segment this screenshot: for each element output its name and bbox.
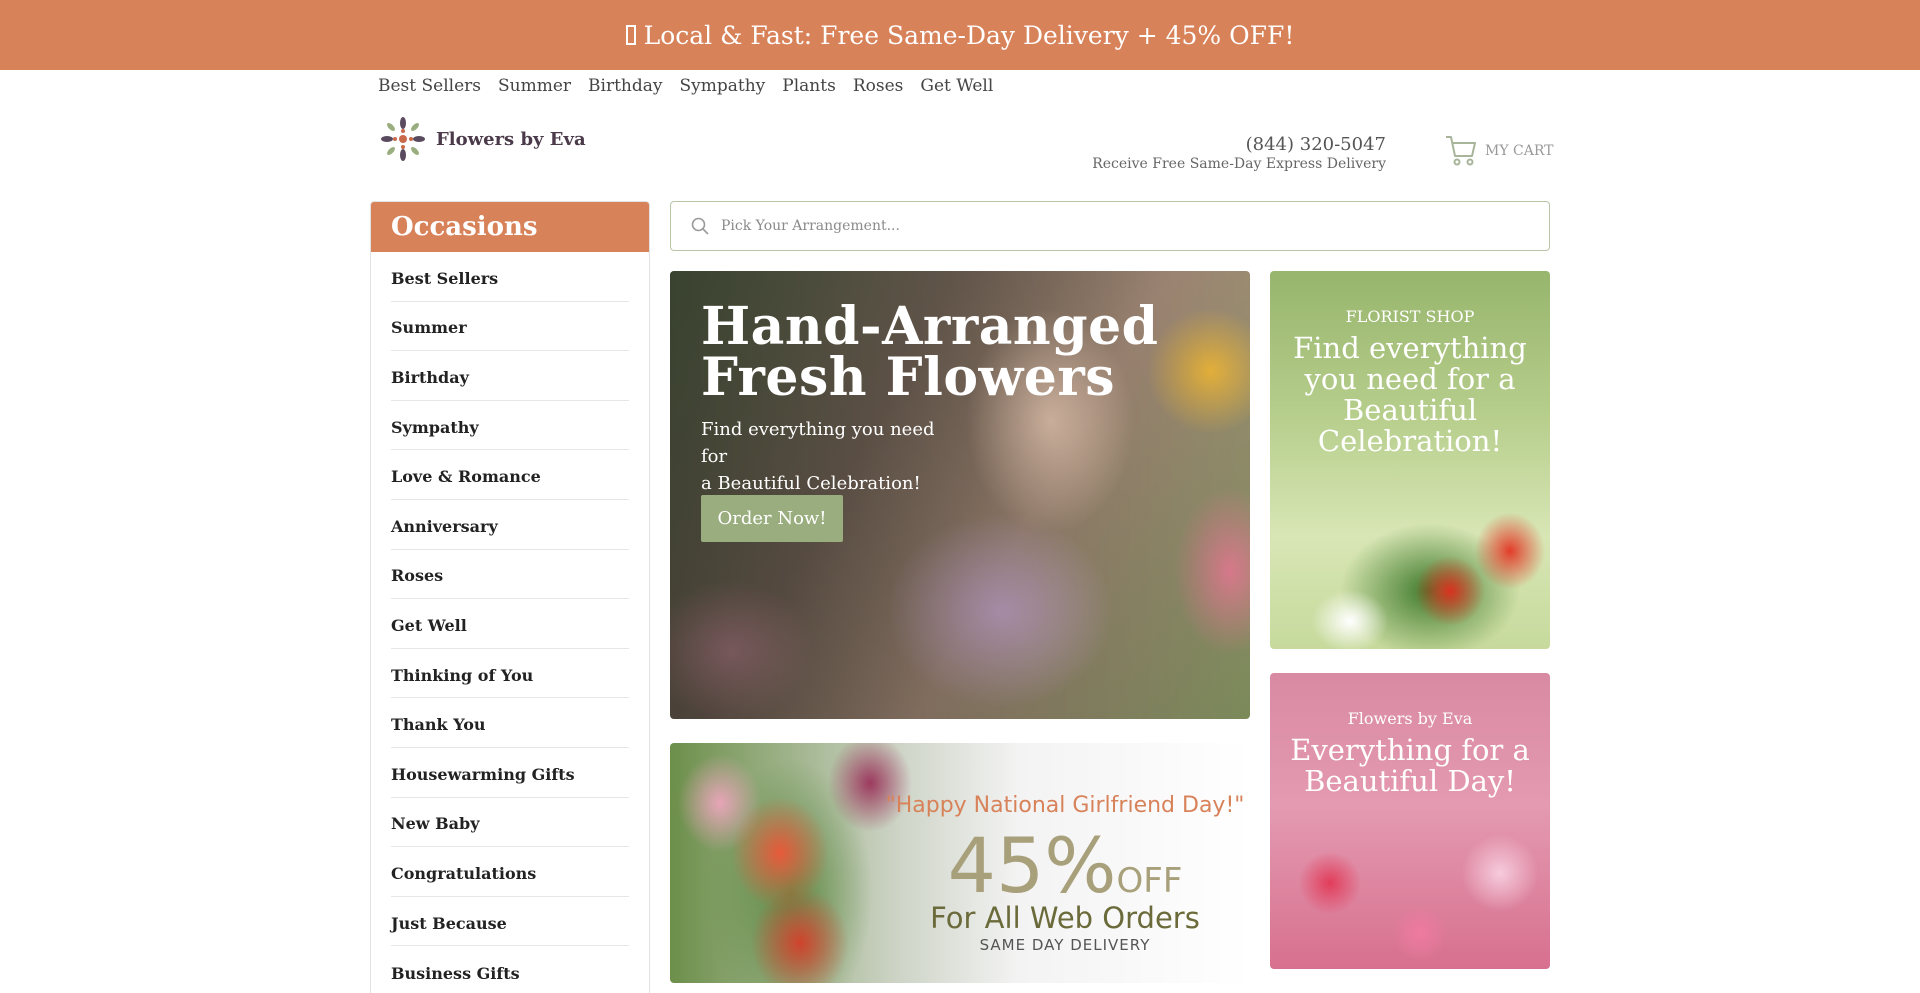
promo-off: OFF bbox=[1116, 861, 1183, 901]
sidebar-item-new-baby[interactable]: New Baby bbox=[391, 798, 629, 848]
promo-discount: 45%OFF bbox=[880, 821, 1250, 910]
phone-number[interactable]: (844) 320-5047 bbox=[1092, 134, 1386, 155]
sidebar-item-best-sellers[interactable]: Best Sellers bbox=[391, 252, 629, 302]
hero-title: Hand-Arranged Fresh Flowers bbox=[701, 301, 1159, 404]
florist-shop-title: Find everything you need for a Beautiful… bbox=[1293, 331, 1527, 458]
hero-title-line2: Fresh Flowers bbox=[701, 347, 1116, 408]
sidebar-item-love-romance[interactable]: Love & Romance bbox=[391, 450, 629, 500]
promo-headline: "Happy National Girlfriend Day!" bbox=[885, 793, 1245, 818]
eva-card-title: Everything for a Beautiful Day! bbox=[1290, 733, 1530, 798]
occasions-list: Best Sellers Summer Birthday Sympathy Lo… bbox=[371, 252, 649, 993]
hero-subtitle-line1: Find everything you need for bbox=[701, 419, 935, 467]
promo-web-orders: For All Web Orders bbox=[930, 901, 1200, 935]
cart-icon bbox=[1446, 136, 1476, 166]
sidebar-item-thank-you[interactable]: Thank You bbox=[391, 698, 629, 748]
hero-banner[interactable]: Hand-Arranged Fresh Flowers Find everyth… bbox=[670, 271, 1250, 719]
occasions-sidebar: Occasions Best Sellers Summer Birthday S… bbox=[370, 201, 650, 993]
sidebar-item-housewarming-gifts[interactable]: Housewarming Gifts bbox=[391, 748, 629, 798]
sidebar-item-roses[interactable]: Roses bbox=[391, 550, 629, 600]
cart-label: MY CART bbox=[1485, 143, 1554, 159]
promo-bar-text: Local & Fast: Free Same-Day Delivery + 4… bbox=[643, 20, 1295, 50]
sidebar-item-birthday[interactable]: Birthday bbox=[391, 351, 629, 401]
topnav-item-best-sellers[interactable]: Best Sellers bbox=[378, 76, 481, 100]
sidebar-item-summer[interactable]: Summer bbox=[391, 302, 629, 352]
hero-subtitle: Find everything you need for a Beautiful… bbox=[701, 416, 961, 497]
florist-shop-card[interactable]: FLORIST SHOP Find everything you need fo… bbox=[1270, 271, 1550, 649]
topnav-item-get-well[interactable]: Get Well bbox=[920, 76, 993, 100]
search-icon[interactable] bbox=[691, 217, 709, 235]
promo-percent: 45% bbox=[947, 821, 1117, 910]
topnav-item-summer[interactable]: Summer bbox=[498, 76, 571, 100]
florist-shop-kicker: FLORIST SHOP bbox=[1345, 307, 1475, 326]
top-nav: Best Sellers Summer Birthday Sympathy Pl… bbox=[378, 76, 993, 100]
topnav-item-sympathy[interactable]: Sympathy bbox=[680, 76, 766, 100]
promo-same-day: SAME DAY DELIVERY bbox=[979, 936, 1151, 954]
sidebar-item-anniversary[interactable]: Anniversary bbox=[391, 500, 629, 550]
site-logo[interactable]: Flowers by Eva bbox=[378, 114, 586, 164]
cart-button[interactable]: MY CART bbox=[1445, 134, 1553, 168]
topnav-item-roses[interactable]: Roses bbox=[853, 76, 904, 100]
flowers-by-eva-card[interactable]: Flowers by Eva Everything for a Beautifu… bbox=[1270, 673, 1550, 969]
hero-subtitle-line2: a Beautiful Celebration! bbox=[701, 473, 921, 494]
contact-info: (844) 320-5047 Receive Free Same-Day Exp… bbox=[1092, 134, 1386, 172]
logo-text: Flowers by Eva bbox=[436, 128, 586, 150]
sidebar-item-congratulations[interactable]: Congratulations bbox=[391, 847, 629, 897]
promo-bar: Local & Fast: Free Same-Day Delivery + 4… bbox=[0, 0, 1920, 70]
sidebar-item-get-well[interactable]: Get Well bbox=[391, 599, 629, 649]
delivery-note: Receive Free Same-Day Express Delivery bbox=[1092, 156, 1386, 172]
sidebar-item-sympathy[interactable]: Sympathy bbox=[391, 401, 629, 451]
topnav-item-plants[interactable]: Plants bbox=[782, 76, 836, 100]
search-bar bbox=[670, 201, 1550, 251]
sidebar-item-thinking-of-you[interactable]: Thinking of You bbox=[391, 649, 629, 699]
box-glyph-icon bbox=[625, 25, 636, 45]
order-now-button[interactable]: Order Now! bbox=[701, 495, 843, 542]
search-input[interactable] bbox=[721, 218, 1501, 234]
girlfriend-day-promo-banner[interactable]: "Happy National Girlfriend Day!" 45%OFF … bbox=[670, 743, 1250, 983]
floral-logo-icon bbox=[381, 117, 425, 161]
sidebar-item-business-gifts[interactable]: Business Gifts bbox=[391, 946, 629, 993]
sidebar-title: Occasions bbox=[371, 202, 649, 252]
sidebar-item-just-because[interactable]: Just Because bbox=[391, 897, 629, 947]
topnav-item-birthday[interactable]: Birthday bbox=[588, 76, 662, 100]
eva-card-kicker: Flowers by Eva bbox=[1347, 709, 1473, 728]
